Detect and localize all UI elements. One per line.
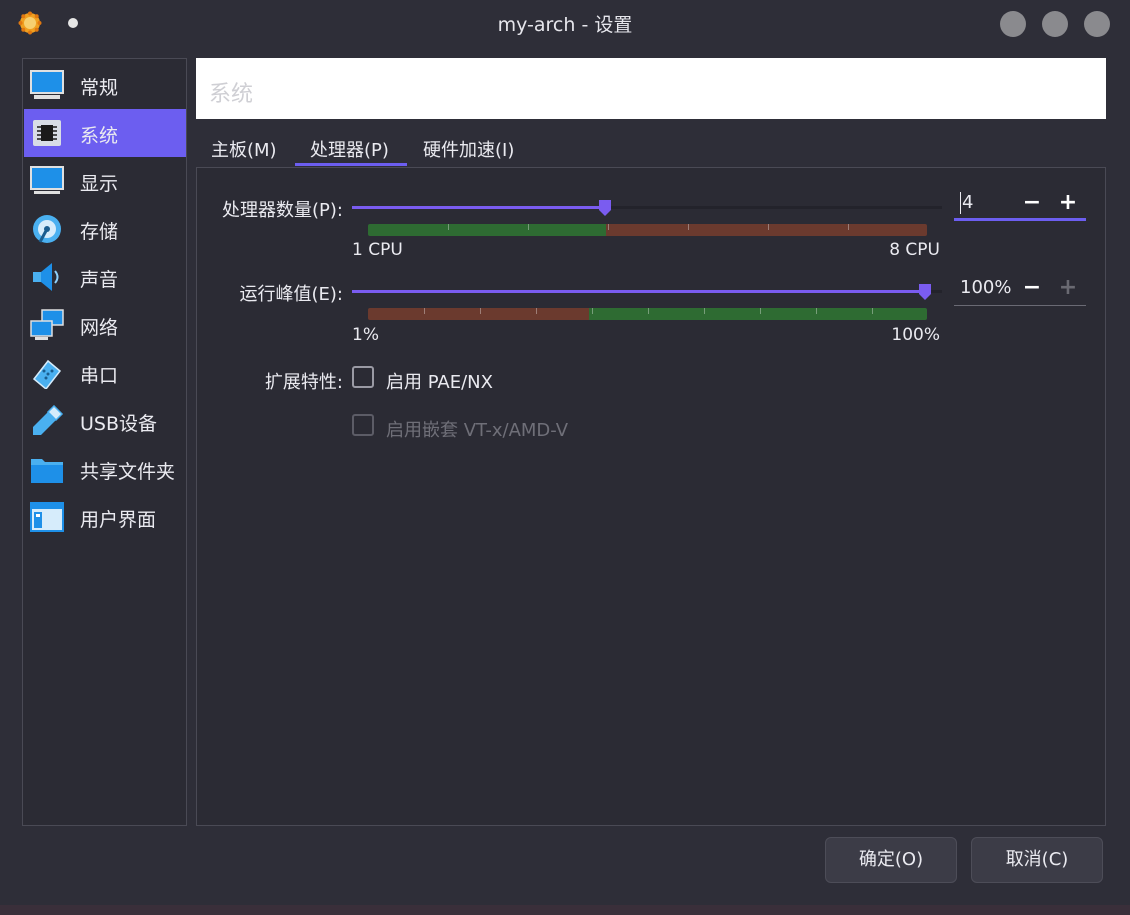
speaker-icon [33, 263, 59, 291]
execution-cap-slider-fill [352, 290, 925, 293]
ui-window-icon [30, 502, 64, 532]
cpu-count-min-label: 1 CPU [352, 240, 403, 260]
chip-icon [33, 120, 61, 146]
sidebar-item-general[interactable]: 常规 [24, 61, 186, 109]
settings-sidebar: 常规 系统 显示 存储 声音 网络 串口 USB设备 共享文件夹 用户界面 [22, 58, 187, 826]
cpu-count-increment-button[interactable]: + [1058, 191, 1078, 215]
tab-acceleration[interactable]: 硬件加速(I) [423, 136, 514, 162]
cpu-count-spinbox[interactable]: 4 − + [954, 189, 1086, 221]
spinbox-focus-line [954, 218, 1086, 221]
title-bar: my-arch - 设置 [0, 0, 1130, 45]
execution-cap-value[interactable]: 100% [960, 277, 1011, 298]
page-header: 系统 [196, 58, 1106, 119]
desktop-background-strip [0, 905, 1130, 915]
sidebar-item-label: 存储 [80, 221, 119, 243]
disk-icon [33, 215, 61, 243]
sidebar-item-label: 声音 [80, 269, 119, 291]
close-button[interactable] [1084, 11, 1110, 37]
usb-icon [33, 405, 64, 435]
page-title: 系统 [209, 82, 254, 107]
sidebar-item-display[interactable]: 显示 [24, 157, 186, 205]
sidebar-item-label: 显示 [80, 173, 119, 195]
execution-cap-max-label: 100% [891, 325, 940, 345]
settings-window: my-arch - 设置 常规 系统 显示 存储 声音 网络 串口 USB设备 … [0, 0, 1130, 915]
sidebar-item-system[interactable]: 系统 [24, 109, 186, 157]
ok-button[interactable]: 确定(O) [825, 837, 957, 883]
execution-cap-increment-button[interactable]: + [1058, 276, 1078, 300]
execution-cap-decrement-button[interactable]: − [1022, 276, 1042, 300]
cpu-count-slider-fill [352, 206, 605, 209]
sidebar-item-label: 网络 [80, 317, 119, 339]
maximize-button[interactable] [1042, 11, 1068, 37]
monitor-icon [30, 70, 64, 99]
minimize-button[interactable] [1000, 11, 1026, 37]
cpu-count-value[interactable]: 4 [962, 192, 973, 213]
serial-port-icon [32, 359, 62, 389]
pae-nx-checkbox[interactable] [352, 366, 374, 388]
sidebar-item-audio[interactable]: 声音 [24, 253, 186, 301]
tab-motherboard[interactable]: 主板(M) [211, 136, 277, 162]
sidebar-item-label: 用户界面 [80, 509, 157, 531]
execution-cap-meter [368, 308, 927, 320]
sidebar-item-label: 常规 [80, 77, 119, 99]
folder-icon [31, 459, 63, 483]
sidebar-item-label: USB设备 [80, 413, 158, 435]
display-icon [30, 166, 64, 194]
network-icon [30, 309, 64, 340]
sidebar-item-usb[interactable]: USB设备 [24, 397, 186, 445]
cpu-count-max-label: 8 CPU [889, 240, 940, 260]
tab-processor[interactable]: 处理器(P) [310, 136, 389, 162]
execution-cap-label: 运行峰值(E): [239, 284, 343, 305]
text-caret [960, 192, 961, 214]
sidebar-item-label: 串口 [80, 365, 119, 387]
sidebar-item-storage[interactable]: 存储 [24, 205, 186, 253]
cpu-count-decrement-button[interactable]: − [1022, 191, 1042, 215]
window-title: my-arch - 设置 [497, 14, 633, 36]
nested-vtx-checkbox[interactable] [352, 414, 374, 436]
cpu-count-slider-handle[interactable] [597, 199, 613, 217]
sidebar-item-label: 系统 [80, 125, 119, 147]
cpu-count-label: 处理器数量(P): [222, 200, 343, 221]
sidebar-item-serial-ports[interactable]: 串口 [24, 349, 186, 397]
execution-cap-spinbox[interactable]: 100% − + [954, 274, 1086, 306]
sidebar-item-network[interactable]: 网络 [24, 301, 186, 349]
pae-nx-label[interactable]: 启用 PAE/NX [386, 368, 493, 394]
nested-vtx-label: 启用嵌套 VT-x/AMD-V [386, 420, 569, 441]
sidebar-item-shared-folders[interactable]: 共享文件夹 [24, 445, 186, 493]
spinbox-underline [954, 305, 1086, 306]
sidebar-item-label: 共享文件夹 [80, 461, 176, 483]
cancel-button[interactable]: 取消(C) [971, 837, 1103, 883]
execution-cap-slider-handle[interactable] [917, 283, 933, 301]
execution-cap-min-label: 1% [352, 325, 379, 345]
extended-features-label: 扩展特性: [264, 372, 343, 393]
cpu-count-meter [368, 224, 927, 236]
active-tab-indicator [295, 163, 407, 166]
sidebar-item-user-interface[interactable]: 用户界面 [24, 493, 186, 541]
processor-panel [196, 167, 1106, 826]
